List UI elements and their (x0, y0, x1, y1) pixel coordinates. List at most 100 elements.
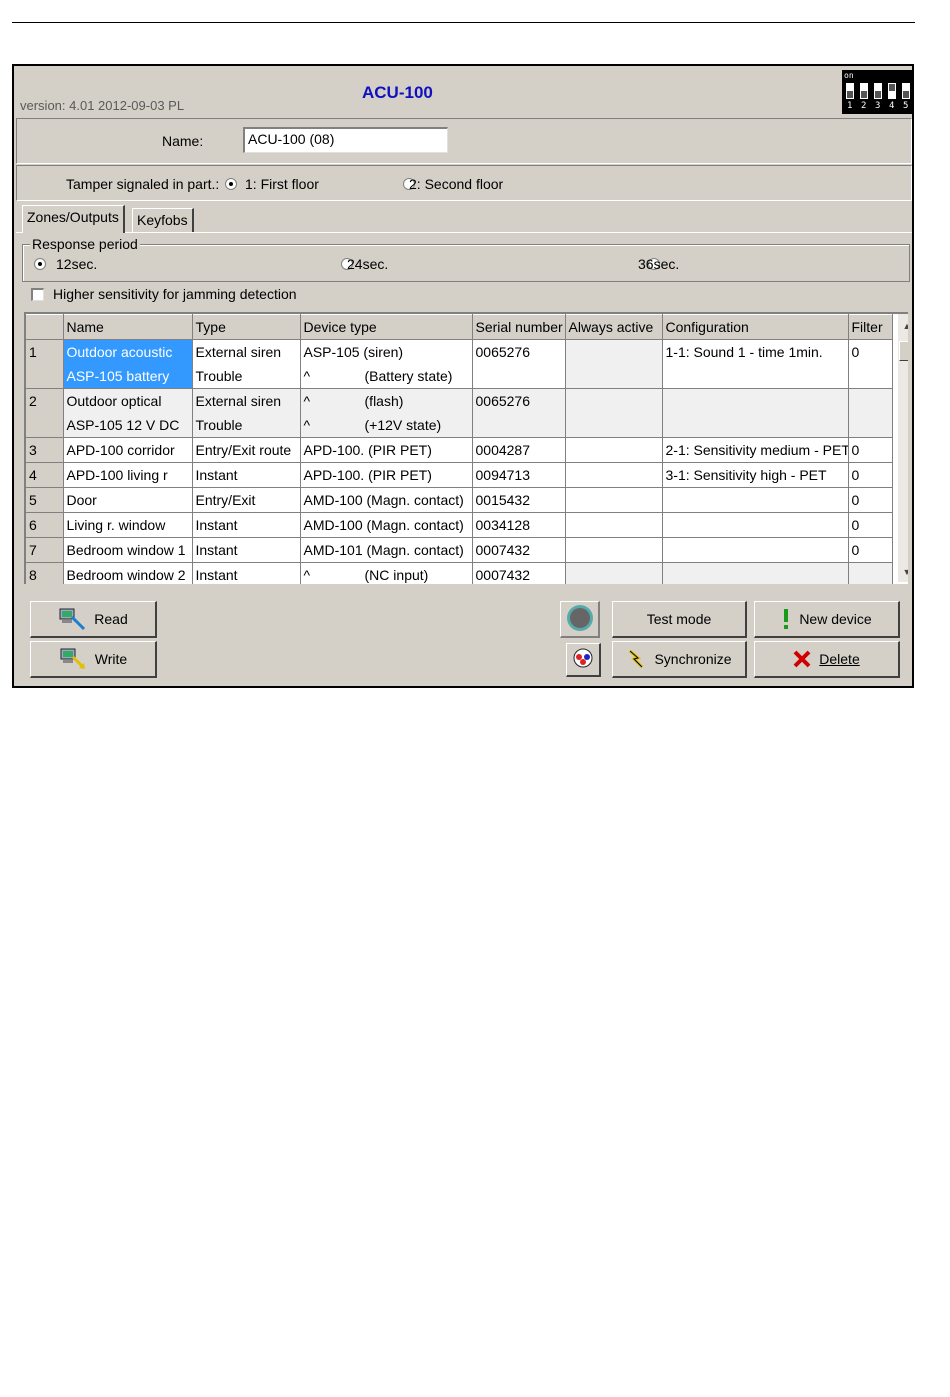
row-number[interactable]: 6 (26, 512, 64, 538)
cell-type-line: Trouble (195, 368, 243, 384)
cell-type[interactable]: External siren Trouble (192, 388, 301, 438)
delete-button[interactable]: Delete (754, 641, 900, 678)
row-number[interactable]: 5 (26, 487, 64, 513)
cell-name[interactable]: APD-100 living r (63, 462, 193, 488)
cell-name[interactable]: Outdoor acoustic ASP-105 battery (63, 339, 193, 389)
cell-config[interactable] (662, 562, 849, 584)
table-row[interactable]: 1 Outdoor acoustic ASP-105 battery External… (26, 339, 893, 389)
cell-config[interactable] (662, 388, 849, 438)
cell-device[interactable]: ASP-105 (siren) ^ (Battery state) (300, 339, 473, 389)
cell-config[interactable]: 3-1: Sensitivity high - PET (662, 462, 849, 488)
cell-device[interactable]: ^ (NC input) (300, 562, 473, 584)
table-row[interactable]: 2 Outdoor optical ASP-105 12 V DC External … (26, 388, 893, 438)
row-number[interactable]: 2 (26, 388, 64, 438)
cell-always[interactable] (565, 487, 663, 513)
cell-filter[interactable]: 0 (848, 512, 893, 538)
column-header-name[interactable]: Name (63, 314, 193, 340)
cell-always[interactable] (565, 388, 663, 438)
test-mode-button[interactable]: Test mode (612, 601, 747, 638)
scroll-down-arrow-icon[interactable]: ▼ (900, 562, 908, 582)
cell-type[interactable]: Instant (192, 562, 301, 584)
cell-serial[interactable]: 0015432 (472, 487, 566, 513)
cell-always[interactable] (565, 512, 663, 538)
column-header-serial-number[interactable]: Serial number (472, 314, 566, 340)
jamming-checkbox[interactable] (31, 288, 44, 301)
cell-type[interactable]: Instant (192, 462, 301, 488)
row-number[interactable]: 8 (26, 562, 64, 584)
column-header-type[interactable]: Type (192, 314, 301, 340)
cell-filter[interactable]: 0 (848, 487, 893, 513)
cell-always[interactable] (565, 437, 663, 463)
tab-keyfobs[interactable]: Keyfobs (132, 208, 194, 232)
cell-always[interactable] (565, 537, 663, 563)
cell-name[interactable]: Living r. window (63, 512, 193, 538)
table-row[interactable]: 4 APD-100 living r Instant APD-100. (PIR PE… (26, 462, 893, 488)
cell-name[interactable]: Door (63, 487, 193, 513)
cell-serial[interactable]: 0065276 (472, 339, 566, 389)
write-button[interactable]: Write (30, 641, 157, 678)
table-vertical-scrollbar[interactable]: ▲ ▼ (898, 314, 908, 582)
table-row[interactable]: 3 APD-100 corridor Entry/Exit route APD-100… (26, 437, 893, 463)
cell-type[interactable]: Instant (192, 512, 301, 538)
cell-filter[interactable]: 0 (848, 437, 893, 463)
row-number[interactable]: 1 (26, 339, 64, 389)
row-number[interactable]: 3 (26, 437, 64, 463)
cell-always[interactable] (565, 562, 663, 584)
name-label: Name: (162, 133, 204, 149)
column-header-device-type[interactable]: Device type (300, 314, 473, 340)
cell-name[interactable]: Bedroom window 1 (63, 537, 193, 563)
cell-device[interactable]: APD-100. (PIR PET) (300, 437, 473, 463)
column-header-configuration[interactable]: Configuration (662, 314, 849, 340)
cell-serial[interactable]: 0007432 (472, 537, 566, 563)
cell-config[interactable]: 2-1: Sensitivity medium - PET (662, 437, 849, 463)
cell-serial[interactable]: 0007432 (472, 562, 566, 584)
status-indicator-button[interactable] (560, 601, 600, 638)
cell-always[interactable] (565, 462, 663, 488)
scroll-up-arrow-icon[interactable]: ▲ (900, 316, 908, 336)
cell-serial[interactable]: 0065276 (472, 388, 566, 438)
radio-signal-button[interactable] (566, 643, 601, 677)
tab-zones-outputs[interactable]: Zones/Outputs (22, 205, 125, 233)
cell-device[interactable]: AMD-100 (Magn. contact) (300, 512, 473, 538)
cell-type[interactable]: External siren Trouble (192, 339, 301, 389)
row-number[interactable]: 4 (26, 462, 64, 488)
cell-device[interactable]: AMD-100 (Magn. contact) (300, 487, 473, 513)
cell-name[interactable]: APD-100 corridor (63, 437, 193, 463)
response-radio-12sec[interactable] (34, 258, 46, 270)
cell-name[interactable]: Outdoor optical ASP-105 12 V DC (63, 388, 193, 438)
cell-config[interactable]: 1-1: Sound 1 - time 1min. (662, 339, 849, 389)
cell-filter[interactable]: 0 (848, 462, 893, 488)
cell-always[interactable] (565, 339, 663, 389)
column-header-always-active[interactable]: Always active (565, 314, 663, 340)
read-button[interactable]: Read (30, 601, 157, 638)
table-row[interactable]: 5 Door Entry/Exit AMD-100 (Magn. contact) 00… (26, 487, 893, 513)
tamper-radio-first-floor[interactable] (225, 178, 237, 190)
scroll-thumb[interactable] (899, 341, 908, 361)
cell-filter[interactable] (848, 562, 893, 584)
cell-type[interactable]: Instant (192, 537, 301, 563)
table-row[interactable]: 8 Bedroom window 2 Instant ^ (NC input) 0007… (26, 562, 893, 584)
cell-filter[interactable]: 0 (848, 339, 893, 389)
cell-type[interactable]: Entry/Exit route (192, 437, 301, 463)
cell-device[interactable]: ^ (flash) ^ (+12V state) (300, 388, 473, 438)
cell-name[interactable]: Bedroom window 2 (63, 562, 193, 584)
table-row[interactable]: 7 Bedroom window 1 Instant AMD-101 (Magn. c… (26, 537, 893, 563)
cell-config[interactable] (662, 537, 849, 563)
cell-device[interactable]: AMD-101 (Magn. contact) (300, 537, 473, 563)
cell-config[interactable] (662, 512, 849, 538)
cell-config[interactable] (662, 487, 849, 513)
new-device-button[interactable]: New device (754, 601, 900, 638)
name-input[interactable]: ACU-100 (08) (243, 127, 448, 153)
cell-type[interactable]: Entry/Exit (192, 487, 301, 513)
row-number[interactable]: 7 (26, 537, 64, 563)
cell-filter[interactable] (848, 388, 893, 438)
cell-filter[interactable]: 0 (848, 537, 893, 563)
cell-serial[interactable]: 0004287 (472, 437, 566, 463)
column-header-filter[interactable]: Filter (848, 314, 893, 340)
cell-device[interactable]: APD-100. (PIR PET) (300, 462, 473, 488)
synchronize-button[interactable]: Synchronize (612, 641, 747, 678)
table-row[interactable]: 6 Living r. window Instant AMD-100 (Magn. c… (26, 512, 893, 538)
cell-serial[interactable]: 0034128 (472, 512, 566, 538)
cell-serial[interactable]: 0094713 (472, 462, 566, 488)
column-header-number[interactable] (26, 314, 64, 340)
